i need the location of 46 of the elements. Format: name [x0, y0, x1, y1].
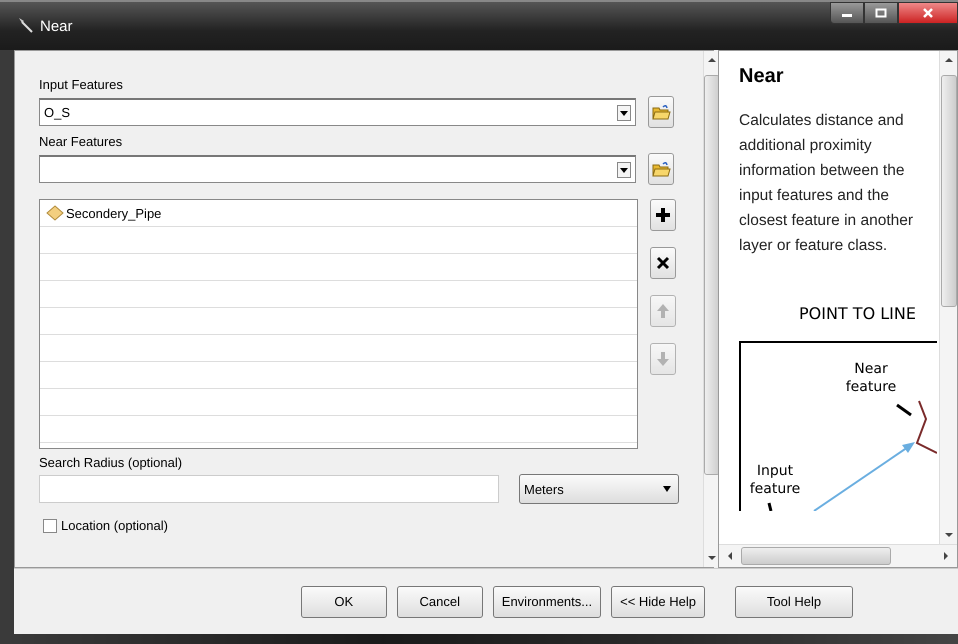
down-arrow-icon [654, 350, 672, 368]
browse-folder-button[interactable] [648, 153, 674, 185]
maximize-button[interactable] [864, 2, 898, 24]
help-description: Calculates distance and additional proximity information between the input features and the closest feature in another layer or feature class. [739, 111, 914, 256]
dialog-button[interactable]: OK [300, 586, 387, 618]
diamond-icon [46, 205, 64, 221]
point-to-line-drawing: Near feature Input feature [739, 341, 937, 511]
dialog-button[interactable]: << Hide Help [611, 586, 705, 618]
close-icon [922, 7, 934, 19]
scroll-right-icon[interactable] [943, 552, 949, 560]
up-arrow-icon [654, 302, 672, 320]
window-title: Near [40, 18, 73, 35]
input-features-dropdown[interactable]: O_S [39, 98, 636, 126]
field-label: Search Radius (optional) [39, 455, 184, 470]
dialog-button[interactable]: Cancel [396, 586, 483, 618]
plus-icon [654, 206, 672, 224]
hammer-icon [16, 16, 34, 34]
field-label: Near Features [39, 134, 124, 149]
x-icon [654, 254, 672, 272]
close-button[interactable] [898, 2, 958, 24]
scroll-up-icon[interactable] [708, 57, 716, 63]
scroll-up-icon[interactable] [944, 57, 952, 63]
scroll-down-icon[interactable] [944, 532, 952, 538]
diagram-title: POINT TO LINE [799, 304, 917, 323]
scrollbar-thumb[interactable] [940, 75, 956, 307]
scroll-left-icon[interactable] [727, 552, 733, 560]
field-label: Input Features [39, 77, 124, 92]
maximize-icon [875, 8, 887, 18]
dialog-button[interactable]: Environments... [492, 586, 602, 618]
remove-button[interactable] [650, 247, 676, 279]
minimize-button[interactable] [830, 2, 864, 24]
checkbox-label: Location (optional) [61, 518, 168, 533]
browse-folder-button[interactable] [648, 96, 674, 128]
scroll-down-icon[interactable] [708, 555, 716, 561]
folder-icon [651, 159, 671, 179]
units-dropdown[interactable]: Meters [519, 474, 679, 504]
search-radius-field[interactable] [39, 475, 499, 503]
near-features-dropdown[interactable] [39, 155, 636, 183]
tool-help-button[interactable]: Tool Help [735, 586, 853, 618]
caret-icon [662, 485, 672, 493]
list-item[interactable]: Secondery_Pipe [46, 205, 162, 221]
scrollbar-thumb[interactable] [741, 547, 891, 565]
help-title: Near [739, 65, 784, 88]
folder-icon [651, 102, 671, 122]
add-button[interactable] [650, 199, 676, 231]
location-checkbox[interactable] [43, 518, 57, 532]
